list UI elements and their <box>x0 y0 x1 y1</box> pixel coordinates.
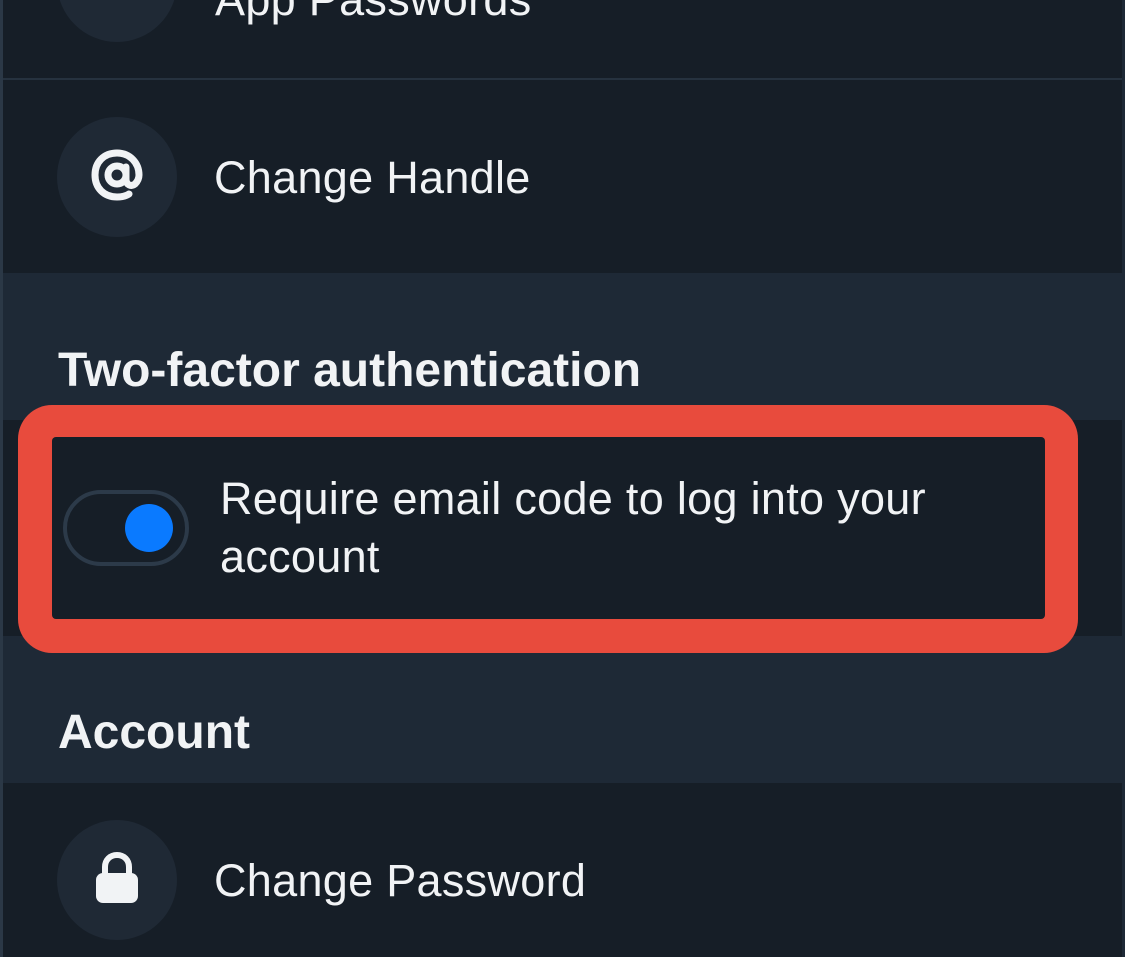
key-icon <box>94 0 140 8</box>
change-password-label: Change Password <box>214 855 587 906</box>
two-factor-section-title: Two-factor authentication <box>58 344 642 397</box>
change-handle-label: Change Handle <box>214 152 531 203</box>
lock-icon <box>93 851 141 910</box>
change-handle-icon-circle <box>57 117 177 237</box>
account-section-title: Account <box>58 706 250 759</box>
app-passwords-row[interactable]: App Passwords <box>3 0 1122 78</box>
change-handle-row[interactable]: Change Handle <box>3 80 1122 273</box>
settings-page: App Passwords Change Handle Two-factor a… <box>0 0 1125 957</box>
app-passwords-icon-circle <box>57 0 177 42</box>
at-sign-icon <box>91 149 143 206</box>
toggle-knob <box>125 504 173 552</box>
app-passwords-label: App Passwords <box>215 0 532 26</box>
change-password-icon-circle <box>57 820 177 940</box>
email-code-toggle-label: Require email code to log into your acco… <box>220 473 926 582</box>
change-password-row[interactable]: Change Password <box>3 783 1122 957</box>
email-code-toggle[interactable] <box>63 490 189 566</box>
